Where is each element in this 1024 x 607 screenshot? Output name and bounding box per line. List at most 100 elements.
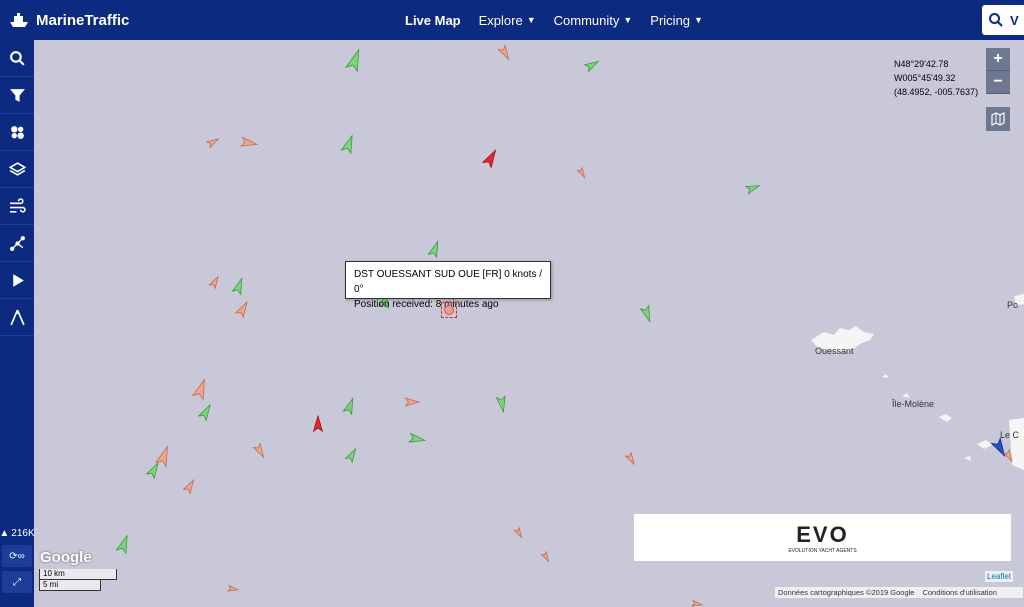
sidebar-playback-button[interactable]: [0, 262, 34, 299]
fullscreen-button[interactable]: ⤢: [2, 571, 32, 593]
coord-decimal: (48.4952, -005.7637): [894, 87, 979, 97]
track-label: ∞: [17, 550, 25, 562]
google-logo: Google: [40, 549, 92, 566]
nav-explore-label: Explore: [478, 12, 523, 28]
measure-icon: [9, 309, 25, 325]
tanker-vessel-marker[interactable]: [182, 478, 197, 495]
sidebar-layers-button[interactable]: [0, 151, 34, 188]
cargo-vessel-marker[interactable]: [583, 58, 600, 73]
leaflet-link[interactable]: Leaflet: [985, 571, 1014, 582]
tanker-vessel-marker[interactable]: [1002, 448, 1014, 463]
cargo-vessel-marker[interactable]: [115, 534, 132, 555]
density-icon: [10, 125, 24, 139]
route-icon: [9, 235, 25, 251]
sidebar-search-button[interactable]: [0, 40, 34, 77]
tanker-vessel-marker[interactable]: [576, 166, 587, 179]
sidebar-routes-button[interactable]: [0, 225, 34, 262]
attribution-text: Données cartographiques ©2019 Google: [778, 588, 915, 597]
ad-content: EVO EVOLUTION YACHT AGENTS: [788, 522, 856, 554]
ad-logo: EVO: [796, 521, 849, 547]
track-toggle-button[interactable]: ⟳ ∞: [2, 545, 32, 567]
tanker-vessel-marker[interactable]: [513, 526, 524, 539]
place-ouessant: Ouessant: [815, 346, 854, 356]
cargo-vessel-marker[interactable]: [340, 134, 357, 155]
nav-community[interactable]: Community ▼: [554, 13, 633, 28]
main-nav: Live Map Explore ▼ Community ▼ Pricing ▼: [405, 0, 703, 40]
place-po: Po: [1007, 300, 1019, 310]
ship-count-icon: ▲: [0, 527, 10, 539]
tanker-vessel-marker[interactable]: [208, 275, 220, 290]
tanker-vessel-marker[interactable]: [540, 550, 551, 563]
selected-vessel-marker[interactable]: [441, 302, 457, 318]
sidebar-bottom: ▲ 216K ⟳ ∞ ⤢: [0, 525, 35, 597]
cargo-vessel-marker[interactable]: [639, 304, 653, 323]
place-ile-molene: Île-Molène: [892, 399, 935, 409]
coord-lon: W005°45'49.32: [894, 73, 956, 83]
cursor-coordinates: N48°29'42.78 W005°45'49.32 (48.4952, -00…: [894, 57, 978, 99]
map-type-button[interactable]: [986, 107, 1010, 131]
zoom-in-button[interactable]: +: [986, 48, 1010, 71]
scale-km: 10 km: [39, 569, 117, 580]
vessel-tooltip: DST OUESSANT SUD OUE [FR] 0 knots / 0° P…: [345, 261, 551, 310]
cargo-vessel-marker[interactable]: [197, 403, 214, 422]
tanker-vessel-marker[interactable]: [240, 136, 259, 148]
nav-explore[interactable]: Explore ▼: [479, 13, 536, 28]
chevron-down-icon: ▼: [526, 15, 536, 25]
brand-logo[interactable]: MarineTraffic: [8, 11, 129, 29]
cargo-vessel-marker[interactable]: [231, 277, 245, 296]
ship-count: ▲ 216K: [0, 525, 35, 541]
tooltip-vessel-info: DST OUESSANT SUD OUE [FR] 0 knots / 0°: [354, 269, 543, 295]
search-icon: [989, 13, 1003, 27]
tanker-vessel-marker[interactable]: [234, 300, 251, 319]
advertisement-banner[interactable]: EVO EVOLUTION YACHT AGENTS: [634, 514, 1011, 561]
chevron-down-icon: ▼: [623, 15, 633, 25]
scale-mi: 5 mi: [39, 580, 101, 591]
cargo-vessel-marker[interactable]: [145, 461, 162, 480]
top-bar: MarineTraffic Live Map Explore ▼ Communit…: [0, 0, 1024, 40]
zoom-control: + −: [986, 48, 1010, 94]
nav-pricing[interactable]: Pricing ▼: [650, 13, 703, 28]
sidebar-filter-button[interactable]: [0, 77, 34, 114]
ship-count-value: 216K: [11, 527, 35, 539]
tanker-vessel-marker[interactable]: [191, 378, 210, 401]
tanker-vessel-marker[interactable]: [690, 599, 704, 607]
map-attribution: Données cartographiques ©2019 Google Con…: [775, 587, 1023, 598]
ad-tagline: EVOLUTION YACHT AGENTS: [788, 547, 857, 554]
scale-bar: 10 km 5 mi: [39, 569, 117, 591]
sidebar-weather-button[interactable]: [0, 188, 34, 225]
brand-name: MarineTraffic: [36, 11, 130, 29]
search-icon: [9, 50, 25, 66]
terms-link[interactable]: Conditions d'utilisation: [922, 588, 996, 597]
sidebar-measure-button[interactable]: [0, 299, 34, 336]
nav-live-map-label: Live Map: [405, 12, 461, 28]
cargo-vessel-marker[interactable]: [342, 397, 356, 416]
tanker-vessel-marker[interactable]: [624, 451, 636, 466]
cargo-vessel-marker[interactable]: [344, 48, 365, 73]
highlight-vessel-marker[interactable]: [481, 148, 500, 169]
search-button[interactable]: V: [982, 5, 1024, 35]
tanker-vessel-marker[interactable]: [404, 397, 421, 407]
tanker-vessel-marker[interactable]: [252, 442, 267, 459]
sidebar-density-button[interactable]: [0, 114, 34, 151]
nav-pricing-label: Pricing: [650, 12, 691, 28]
cargo-vessel-marker[interactable]: [744, 182, 761, 195]
cargo-vessel-marker[interactable]: [408, 432, 427, 444]
wind-icon: [9, 197, 26, 213]
tanker-vessel-marker[interactable]: [205, 136, 220, 149]
tanker-vessel-marker[interactable]: [226, 584, 240, 593]
zoom-out-button[interactable]: −: [986, 71, 1010, 94]
layers-icon: [8, 161, 26, 176]
ship-logo-icon: [8, 11, 30, 29]
play-icon: [12, 273, 24, 287]
place-le-c: Le C: [1000, 430, 1020, 440]
coord-lat: N48°29'42.78: [894, 59, 949, 69]
map-canvas[interactable]: N48°29'42.78 W005°45'49.32 (48.4952, -00…: [34, 40, 1024, 607]
cargo-vessel-marker[interactable]: [427, 240, 441, 259]
nav-live-map[interactable]: Live Map: [405, 13, 461, 28]
tanker-vessel-marker[interactable]: [497, 44, 512, 61]
cargo-vessel-marker[interactable]: [344, 447, 359, 464]
cargo-vessel-marker[interactable]: [495, 395, 507, 414]
highlight-vessel-marker[interactable]: [312, 414, 324, 433]
filter-icon: [9, 88, 25, 102]
chevron-down-icon: ▼: [694, 15, 703, 25]
